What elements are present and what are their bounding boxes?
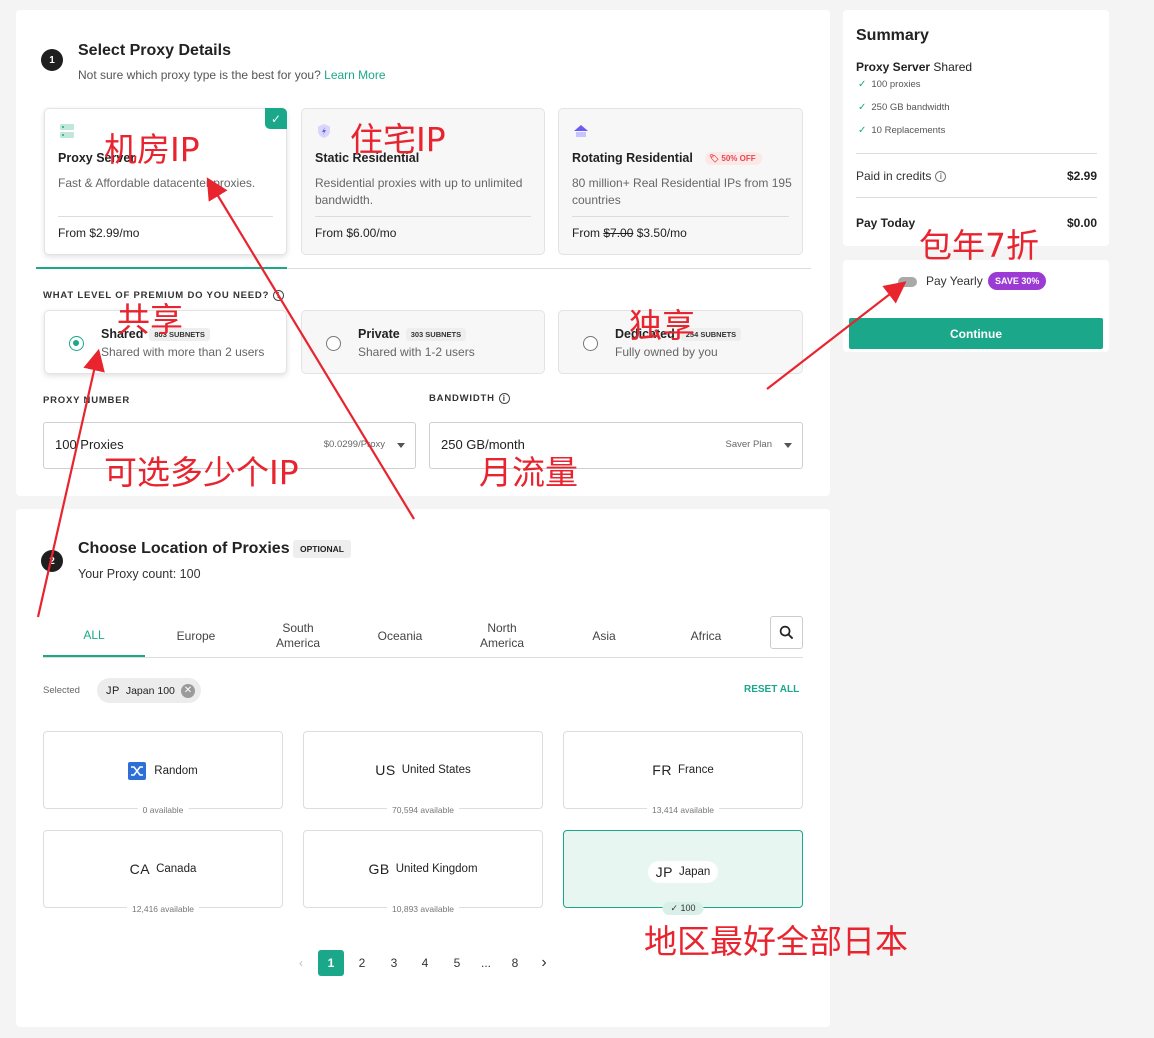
annotation-text: 独享	[629, 306, 695, 345]
annotation-arrow	[36, 348, 105, 618]
annotation-text: 包年7折	[919, 226, 1039, 265]
annotation-text: 月流量	[479, 453, 578, 492]
annotation-text: 共享	[117, 300, 183, 339]
annotation-text: 住宅IP	[350, 120, 446, 159]
annotation-text: 机房IP	[104, 130, 200, 169]
annotation-text: 地区最好全部日本	[644, 922, 908, 961]
annotation-arrow	[766, 281, 907, 390]
annotation-text: 可选多少个IP	[104, 453, 299, 492]
